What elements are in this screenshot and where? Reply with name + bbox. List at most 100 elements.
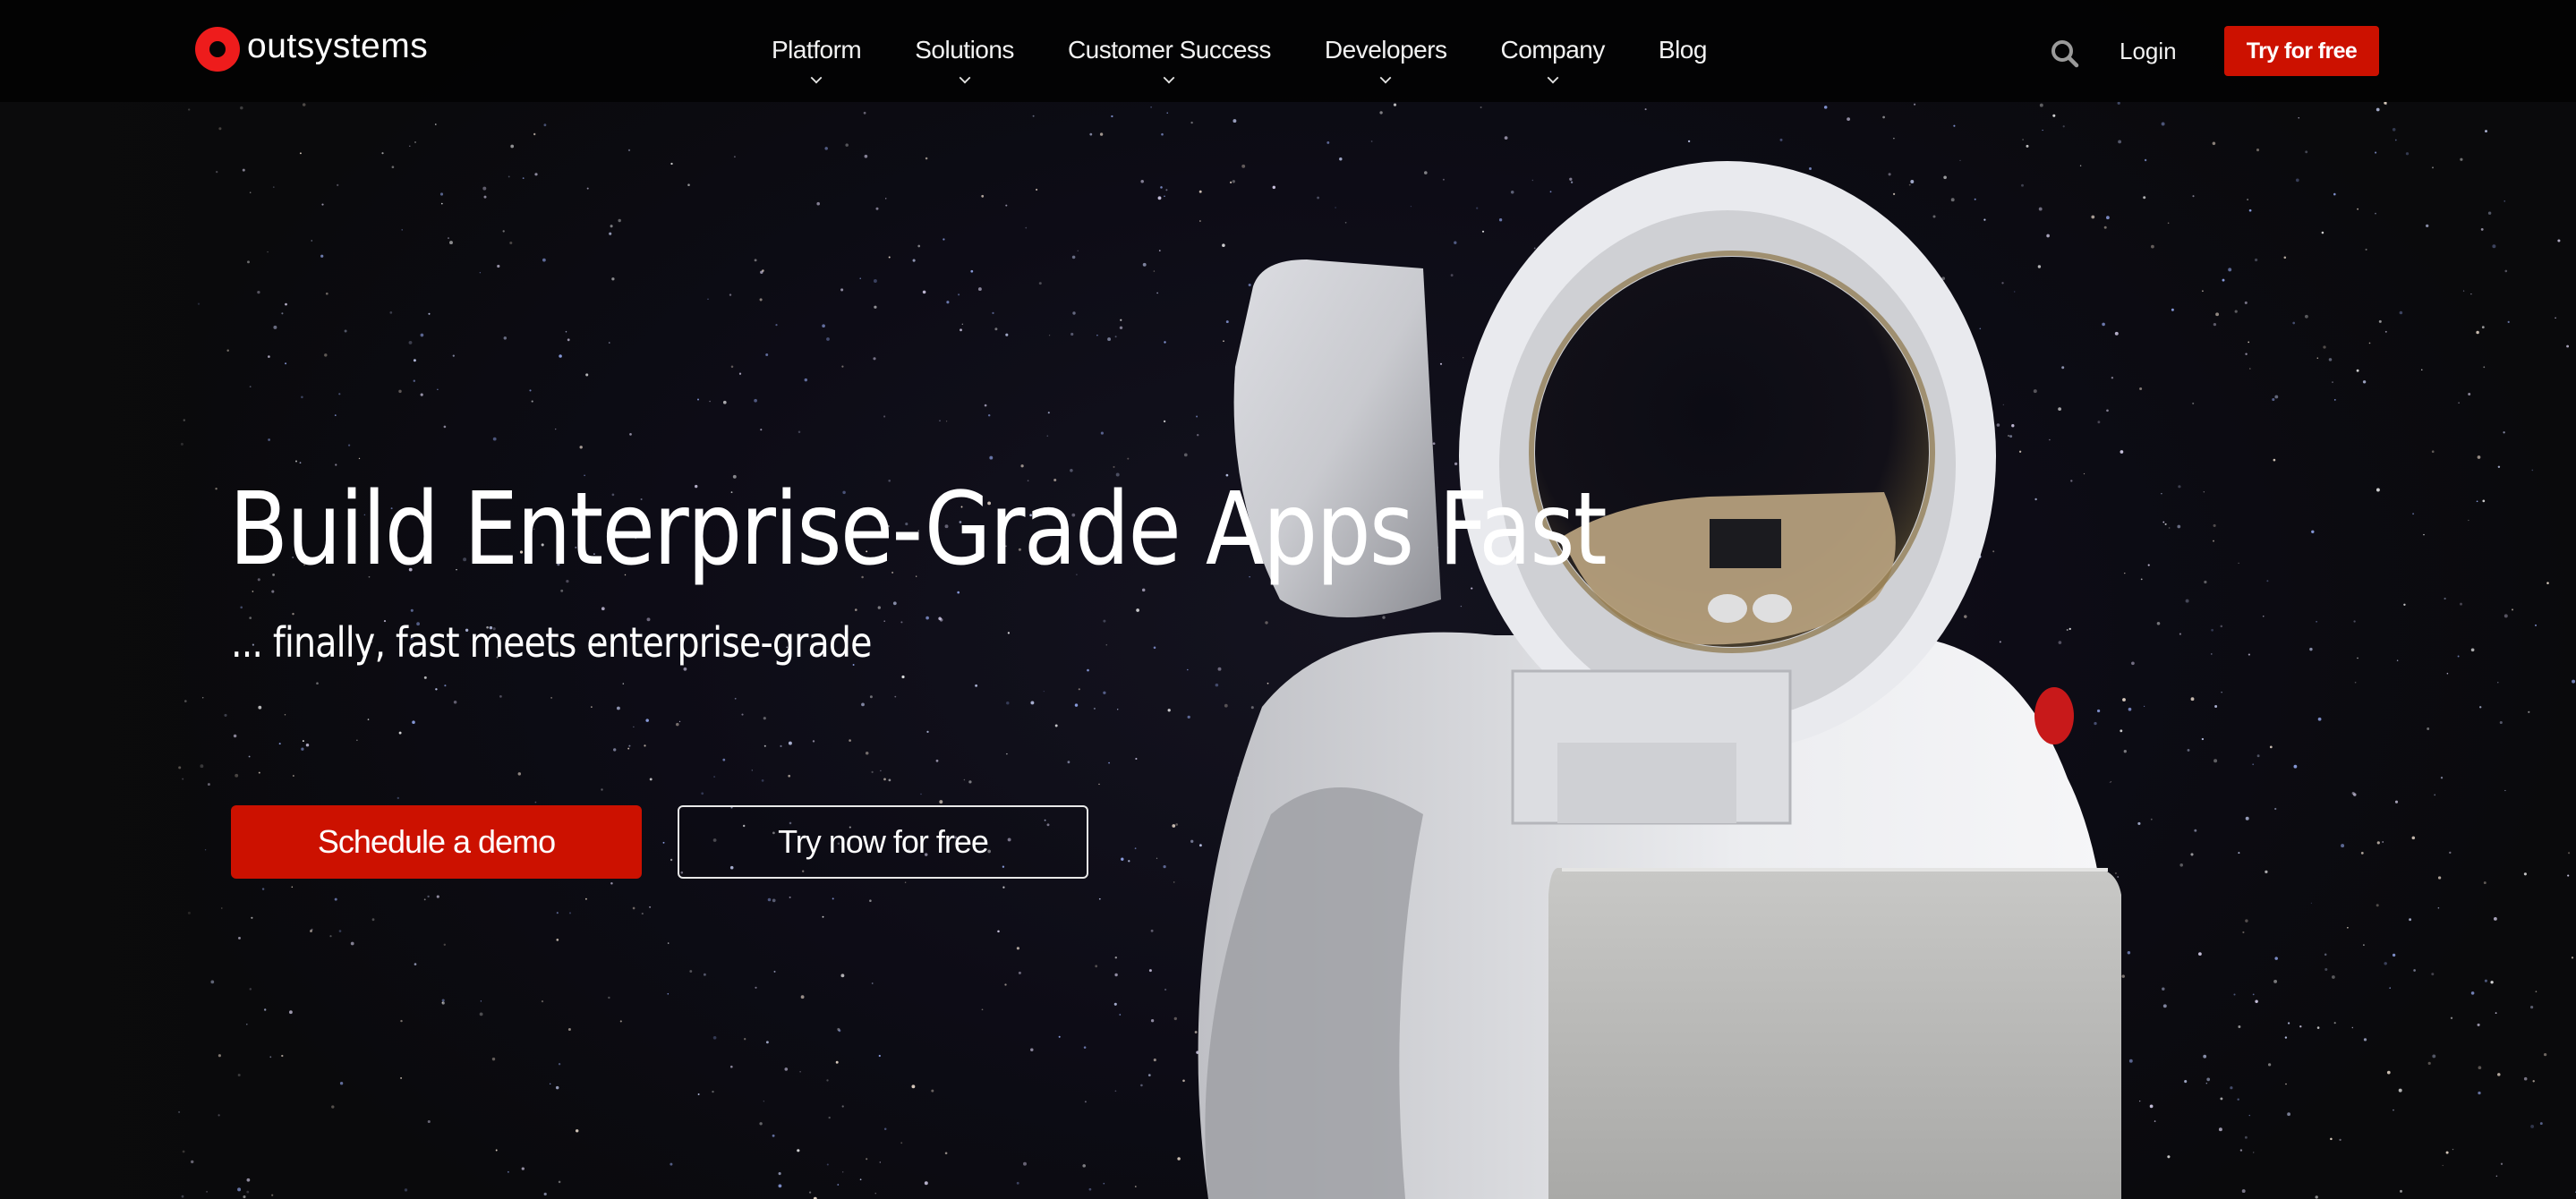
star [1393, 103, 1397, 106]
star [1142, 262, 1147, 267]
star [608, 996, 610, 999]
login-link[interactable]: Login [2120, 35, 2177, 67]
search-button[interactable] [2050, 38, 2080, 69]
star [556, 939, 559, 941]
star [697, 1093, 700, 1095]
star [400, 1019, 403, 1023]
star [575, 1129, 579, 1133]
star [497, 264, 500, 268]
try-now-free-button[interactable]: Try now for free [678, 805, 1088, 879]
star [877, 606, 881, 609]
star [878, 1054, 881, 1058]
star [2477, 1023, 2480, 1026]
star [1140, 1084, 1143, 1087]
nav-label: Solutions [915, 36, 1014, 64]
star [2532, 1080, 2535, 1083]
star [760, 429, 763, 431]
star [866, 1158, 868, 1161]
star [840, 288, 844, 292]
star [2375, 151, 2377, 154]
star [1119, 326, 1123, 330]
star [2481, 326, 2485, 329]
star [957, 591, 960, 594]
star [1100, 431, 1104, 435]
star [1032, 115, 1035, 117]
star [900, 1142, 903, 1144]
star [729, 293, 732, 296]
star [299, 462, 302, 464]
star [1120, 319, 1122, 321]
star [863, 111, 866, 115]
star [1030, 701, 1035, 705]
star [1914, 103, 1916, 106]
star [845, 143, 849, 147]
star [1953, 124, 1956, 127]
star [444, 685, 447, 687]
star [2468, 519, 2469, 522]
star [441, 1001, 445, 1005]
star [1088, 1187, 1092, 1191]
star [288, 1010, 293, 1015]
nav-item-developers[interactable]: Developers [1325, 34, 1447, 84]
schedule-demo-button[interactable]: Schedule a demo [231, 805, 642, 879]
star [841, 1105, 844, 1108]
star [2304, 314, 2308, 319]
star [944, 1152, 948, 1155]
try-for-free-button[interactable]: Try for free [2224, 26, 2379, 76]
star [689, 970, 693, 973]
star [427, 895, 430, 898]
star [2495, 1012, 2497, 1014]
star [2427, 1061, 2431, 1065]
star [883, 778, 886, 781]
star [2432, 1054, 2436, 1059]
star [1089, 132, 1093, 136]
star [510, 144, 515, 149]
star [2311, 530, 2315, 534]
star [2293, 764, 2298, 769]
star [2557, 239, 2561, 242]
star [558, 1180, 561, 1184]
star [1098, 783, 1100, 786]
star [970, 269, 974, 273]
star [499, 695, 502, 698]
star [2394, 800, 2399, 804]
star [2332, 975, 2335, 979]
star [2357, 208, 2359, 210]
star [799, 1070, 801, 1073]
star [2403, 603, 2406, 607]
chevron-down-icon [1379, 72, 1392, 84]
star [2341, 844, 2345, 848]
star [828, 1116, 831, 1119]
star [453, 700, 457, 704]
star [729, 1065, 733, 1068]
nav-item-company[interactable]: Company [1501, 34, 1605, 84]
star [1058, 1035, 1061, 1038]
star [989, 455, 994, 460]
star [2483, 881, 2486, 885]
star [585, 373, 589, 377]
star [1127, 457, 1130, 460]
star [780, 744, 782, 747]
star [521, 1167, 525, 1170]
nav-label: Customer Success [1067, 36, 1271, 64]
star [404, 1188, 408, 1192]
star [609, 232, 612, 235]
star [2484, 979, 2487, 982]
star [822, 915, 824, 918]
star [2396, 659, 2399, 661]
nav-item-solutions[interactable]: Solutions [915, 34, 1014, 84]
star [1036, 188, 1038, 191]
star [412, 720, 415, 724]
outsystems-logo[interactable]: outsystems [195, 27, 428, 72]
nav-item-customer-success[interactable]: Customer Success [1067, 34, 1271, 84]
star [2449, 851, 2452, 855]
star [1093, 707, 1096, 710]
nav-item-blog[interactable]: Blog [1659, 34, 1708, 82]
star [2504, 789, 2506, 792]
star [2287, 1022, 2290, 1025]
nav-item-platform[interactable]: Platform [772, 34, 862, 84]
star [1005, 204, 1008, 207]
star [436, 895, 439, 898]
star [579, 446, 583, 449]
star [423, 898, 426, 901]
